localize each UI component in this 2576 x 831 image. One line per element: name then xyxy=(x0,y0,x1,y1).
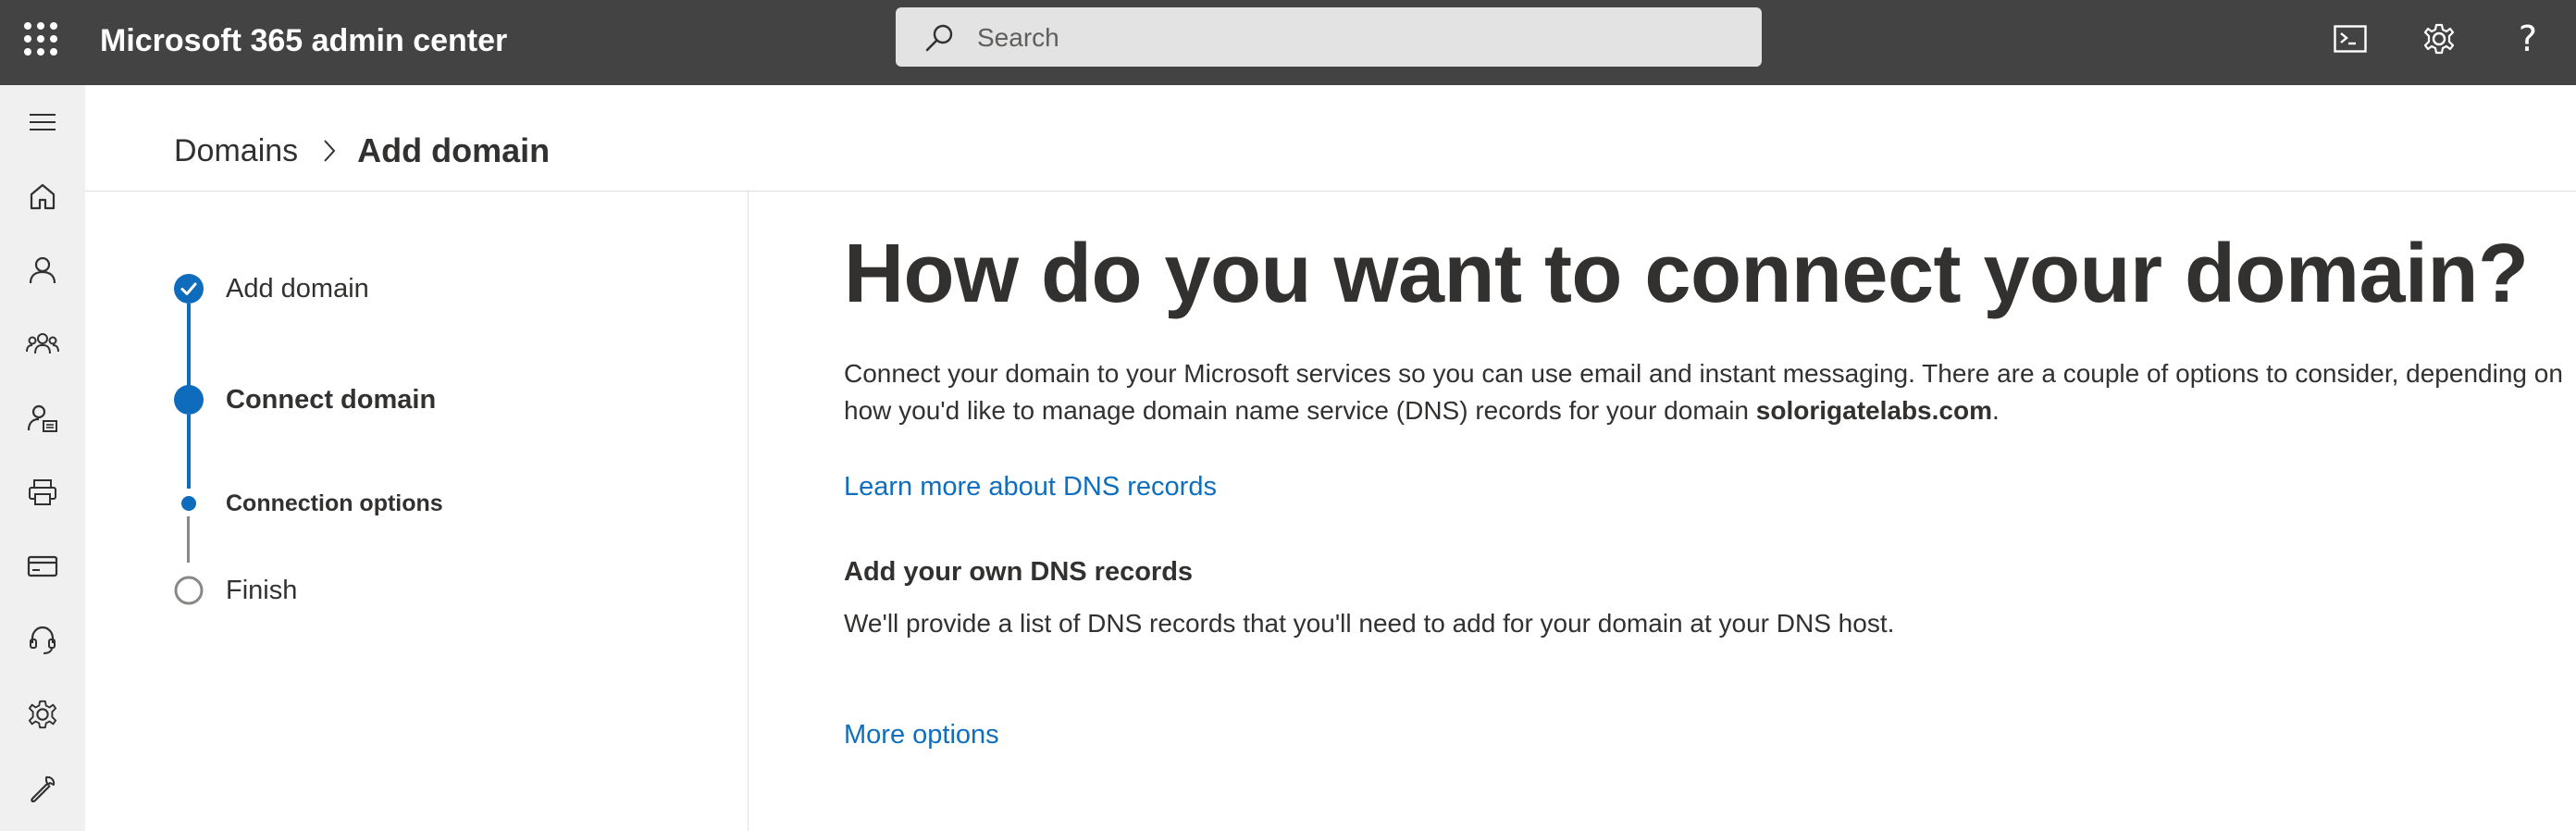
empty-circle-icon xyxy=(174,576,204,610)
current-step-icon xyxy=(174,385,204,419)
terminal-icon[interactable] xyxy=(2330,19,2371,59)
description-end: . xyxy=(1991,396,2000,425)
step-connector xyxy=(187,415,191,489)
help-icon[interactable]: ? xyxy=(2508,19,2548,59)
breadcrumb-domains-link[interactable]: Domains xyxy=(174,133,298,169)
breadcrumb: Domains Add domain xyxy=(174,128,550,174)
left-navigation xyxy=(0,85,85,831)
chevron-right-icon xyxy=(322,138,337,164)
menu-icon[interactable] xyxy=(22,102,63,143)
step-connector xyxy=(187,516,190,563)
group-icon[interactable] xyxy=(22,324,63,365)
breadcrumb-current: Add domain xyxy=(357,131,551,169)
search-icon xyxy=(925,24,953,52)
search-box[interactable]: Search xyxy=(896,7,1762,67)
search-input[interactable]: Search xyxy=(977,22,1059,54)
step-connect-domain: Connect domain xyxy=(226,385,437,415)
panel-divider xyxy=(748,192,749,831)
more-options-link[interactable]: More options xyxy=(844,716,999,753)
option-title: Add your own DNS records xyxy=(844,557,1194,587)
domain-name: solorigatelabs.com xyxy=(1755,396,1992,425)
header-divider xyxy=(85,191,2576,192)
top-bar: Microsoft 365 admin center Search ? xyxy=(0,0,2576,85)
user-icon[interactable] xyxy=(22,250,63,291)
home-icon[interactable] xyxy=(22,176,63,217)
learn-more-dns-link[interactable]: Learn more about DNS records xyxy=(844,468,1217,505)
app-launcher-icon[interactable] xyxy=(24,22,57,56)
app-title[interactable]: Microsoft 365 admin center xyxy=(100,20,507,61)
settings-icon[interactable] xyxy=(22,694,63,735)
option-description: We'll provide a list of DNS records that… xyxy=(844,609,1895,638)
roles-icon[interactable] xyxy=(22,398,63,439)
step-add-domain: Add domain xyxy=(226,274,369,304)
gear-icon[interactable] xyxy=(2419,19,2459,59)
printer-icon[interactable] xyxy=(22,472,63,513)
description: Connect your domain to your Microsoft se… xyxy=(844,355,2565,429)
step-finish: Finish xyxy=(226,576,298,605)
step-connection-options: Connection options xyxy=(226,490,443,516)
description-text: Connect your domain to your Microsoft se… xyxy=(844,359,2563,425)
billing-icon[interactable] xyxy=(22,546,63,587)
step-connector xyxy=(187,304,191,387)
substep-dot-icon xyxy=(181,496,196,515)
checkmark-circle-icon xyxy=(174,274,204,308)
support-icon[interactable] xyxy=(22,620,63,661)
setup-icon[interactable] xyxy=(22,768,63,809)
page-heading: How do you want to connect your domain? xyxy=(844,228,2529,320)
